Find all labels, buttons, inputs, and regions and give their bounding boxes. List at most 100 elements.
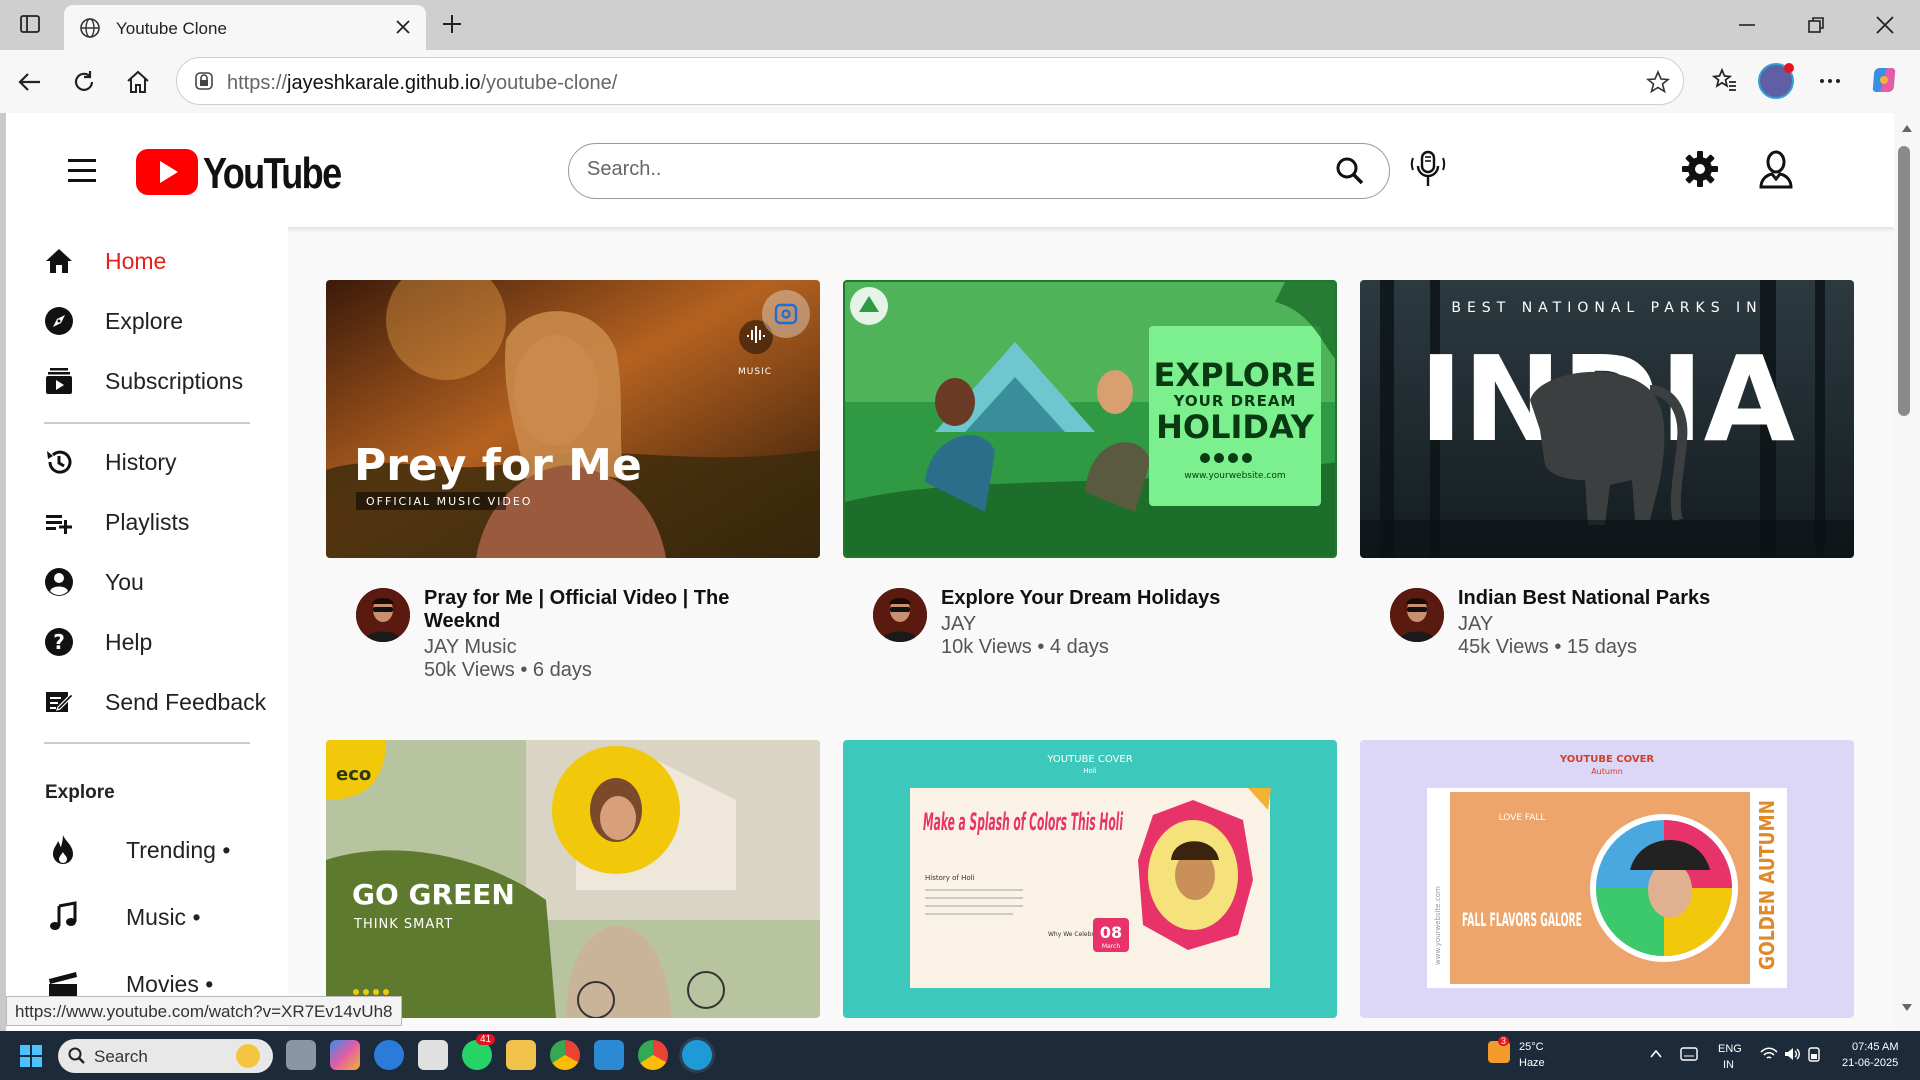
sidebar-item-subscriptions[interactable]: Subscriptions <box>44 360 284 400</box>
edge-sync-icon[interactable] <box>374 1040 404 1070</box>
sidebar-item-label: Home <box>105 248 167 274</box>
sidebar-item-you[interactable]: You <box>44 561 284 601</box>
edge-browser-icon[interactable] <box>682 1040 712 1070</box>
menu-icon[interactable] <box>66 155 98 185</box>
channel-avatar[interactable] <box>873 588 927 642</box>
vscode-icon[interactable] <box>594 1040 624 1070</box>
sidebar-item-help[interactable]: ? Help <box>44 621 284 661</box>
minimize-icon[interactable] <box>1736 14 1758 36</box>
video-thumbnail[interactable]: Prey for Me OFFICIAL MUSIC VIDEO MUSIC <box>326 280 820 558</box>
search-icon[interactable] <box>1335 156 1365 186</box>
youtube-logo[interactable]: YouTube <box>136 147 346 198</box>
user-account-icon[interactable] <box>1758 149 1794 189</box>
thumb-history-text: History of Holi <box>925 874 975 882</box>
video-thumbnail[interactable]: YOUTUBE COVER Autumn www.yourwebsite.com… <box>1360 740 1854 1018</box>
channel-avatar[interactable] <box>1390 588 1444 642</box>
sidebar-divider <box>44 422 250 424</box>
video-card[interactable]: YOUTUBE COVER Holi Make a Splash of Colo… <box>843 740 1337 1020</box>
chrome-icon[interactable] <box>550 1040 580 1070</box>
profile-avatar[interactable] <box>1758 63 1794 99</box>
channel-name[interactable]: JAY <box>941 613 976 636</box>
sidebar-item-playlists[interactable]: Playlists <box>44 501 284 541</box>
help-icon: ? <box>45 628 73 656</box>
taskbar-search[interactable]: Search <box>58 1039 273 1073</box>
refresh-icon[interactable] <box>70 68 98 96</box>
whatsapp-badge: 41 <box>476 1034 496 1045</box>
file-explorer-icon[interactable] <box>506 1040 536 1070</box>
sidebar-item-send-feedback[interactable]: Send Feedback <box>44 681 284 721</box>
sidebar-item-trending[interactable]: Trending • <box>46 825 266 875</box>
battery-icon[interactable] <box>1806 1046 1822 1062</box>
thumb-title-text: Prey for Me <box>354 440 642 491</box>
microphone-icon[interactable] <box>1408 148 1448 190</box>
video-card[interactable]: YOUTUBE COVER Autumn www.yourwebsite.com… <box>1360 740 1854 1020</box>
chrome-profile-icon[interactable] <box>638 1040 668 1070</box>
scrollbar-thumb[interactable] <box>1898 146 1910 416</box>
video-thumbnail[interactable]: eco GO GREEN THINK SMART <box>326 740 820 1018</box>
video-title[interactable]: Explore Your Dream Holidays <box>941 587 1271 610</box>
more-options-icon[interactable] <box>1816 67 1844 95</box>
copilot-icon[interactable] <box>1868 64 1900 96</box>
sidebar-item-history[interactable]: History <box>44 441 284 481</box>
channel-name[interactable]: JAY Music <box>424 636 517 659</box>
channel-avatar[interactable] <box>356 588 410 642</box>
thumb-title-text: Make a Splash of Colors This Holi <box>923 808 1123 836</box>
close-tab-icon[interactable] <box>394 18 412 36</box>
sidebar-item-explore[interactable]: Explore <box>44 300 284 340</box>
channel-name[interactable]: JAY <box>1458 613 1493 636</box>
thumb-subtitle-text: YOUTUBE COVER <box>1046 754 1132 765</box>
sidebar-item-home[interactable]: Home <box>44 240 284 280</box>
video-meta: 10k Views • 4 days <box>941 636 1109 658</box>
search-input[interactable] <box>587 158 1287 181</box>
feedback-icon <box>46 692 74 712</box>
scroll-down-icon[interactable] <box>1901 1003 1913 1013</box>
restore-icon[interactable] <box>1805 14 1827 36</box>
sidebar-item-music[interactable]: Music • <box>46 892 266 942</box>
video-title[interactable]: Pray for Me | Official Video | The Weekn… <box>424 587 754 633</box>
close-window-icon[interactable] <box>1874 14 1896 36</box>
svg-text:?: ? <box>53 630 65 654</box>
back-icon[interactable] <box>16 68 44 96</box>
home-browser-icon[interactable] <box>124 68 152 96</box>
taskbar-search-icon <box>68 1047 85 1064</box>
sidebar-item-label: You <box>105 569 144 595</box>
favorite-star-icon[interactable] <box>1645 69 1671 95</box>
language-indicator[interactable]: ENG <box>1718 1043 1742 1055</box>
thumb-month-text: March <box>1102 943 1120 950</box>
browser-tab[interactable]: Youtube Clone <box>64 5 426 50</box>
video-thumbnail[interactable]: YOUTUBE COVER Holi Make a Splash of Colo… <box>843 740 1337 1018</box>
address-bar[interactable]: https://jayeshkarale.github.io/youtube-c… <box>176 57 1684 105</box>
clock-time[interactable]: 07:45 AM <box>1852 1041 1898 1053</box>
wifi-icon[interactable] <box>1760 1046 1778 1062</box>
video-title[interactable]: Indian Best National Parks <box>1458 587 1788 610</box>
volume-icon[interactable] <box>1783 1046 1801 1062</box>
video-card[interactable]: BEST NATIONAL PARKS IN INDIA Indian Best… <box>1360 280 1854 700</box>
video-thumbnail[interactable]: BEST NATIONAL PARKS IN INDIA <box>1360 280 1854 558</box>
tab-actions-icon[interactable] <box>18 12 42 36</box>
search-box <box>568 143 1390 199</box>
sidebar-item-label: Movies • <box>126 971 214 997</box>
task-view-icon[interactable] <box>286 1040 316 1070</box>
scroll-up-icon[interactable] <box>1901 123 1913 133</box>
sidebar-item-label: Trending • <box>126 837 231 863</box>
snipping-tool-icon[interactable] <box>418 1040 448 1070</box>
video-card[interactable]: EXPLORE YOUR DREAM HOLIDAY www.yourwebsi… <box>843 280 1337 700</box>
settings-gear-icon[interactable] <box>1681 150 1719 188</box>
keyboard-icon[interactable] <box>1680 1047 1698 1061</box>
video-card[interactable]: eco GO GREEN THINK SMART <box>326 740 820 1020</box>
favorites-icon[interactable] <box>1710 66 1738 94</box>
video-card[interactable]: Prey for Me OFFICIAL MUSIC VIDEO MUSIC P… <box>326 280 820 700</box>
video-meta: 45k Views • 15 days <box>1458 636 1637 658</box>
site-info-icon[interactable] <box>193 70 215 92</box>
chevron-up-icon[interactable] <box>1650 1049 1662 1059</box>
windows-start-icon[interactable] <box>20 1045 42 1067</box>
whatsapp-icon[interactable]: 41 <box>462 1034 496 1070</box>
weather-icon[interactable]: 3 <box>1488 1036 1510 1063</box>
thumb-badge-text: eco <box>336 764 371 785</box>
thumb-badge-text: Autumn <box>1591 767 1623 776</box>
copilot-app-icon[interactable] <box>330 1040 360 1070</box>
new-tab-icon[interactable] <box>440 12 464 36</box>
video-thumbnail[interactable]: EXPLORE YOUR DREAM HOLIDAY www.yourwebsi… <box>843 280 1337 558</box>
weather-desc: Haze <box>1519 1057 1545 1069</box>
tab-title: Youtube Clone <box>116 19 227 38</box>
